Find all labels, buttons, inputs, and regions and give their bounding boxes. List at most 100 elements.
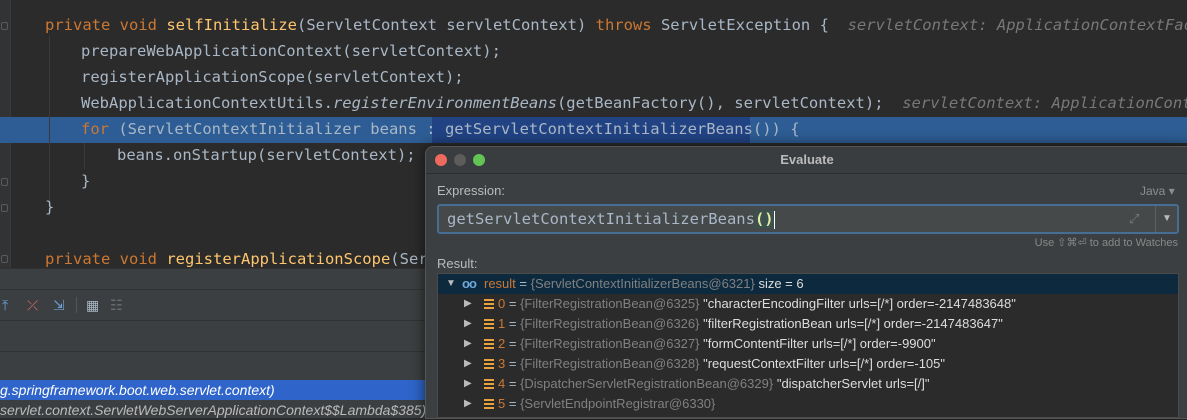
stack-frame-item[interactable]: g.springframework.boot.web.servlet.conte… xyxy=(0,380,428,400)
chevron-down-icon[interactable]: ▼ xyxy=(446,274,456,294)
trace-icon[interactable]: ☷ xyxy=(110,297,123,313)
item-value: "formContentFilter urls=[/*] order=-9900… xyxy=(703,336,936,351)
result-type: {ServletContextInitializerBeans@6321} xyxy=(530,276,755,291)
code-line-l4: WebApplicationContextUtils.registerEnvir… xyxy=(81,90,1187,116)
fold-marker-icon[interactable] xyxy=(1,204,8,212)
language-label: Java xyxy=(1140,184,1166,198)
indent-guide xyxy=(49,36,50,216)
dialog-titlebar: Evaluate xyxy=(426,147,1187,174)
item-equals: = xyxy=(505,376,521,391)
fold-marker-icon[interactable] xyxy=(1,22,8,30)
code-token: throws xyxy=(595,16,661,34)
result-item-row[interactable]: ▶ 2 = {FilterRegistrationBean@6327} "form… xyxy=(438,334,1178,354)
item-equals: = xyxy=(505,336,521,351)
chevron-right-icon[interactable]: ▶ xyxy=(464,314,472,334)
result-equals: = xyxy=(515,276,531,291)
item-equals: = xyxy=(505,356,521,371)
item-value: "dispatcherServlet urls=[/]" xyxy=(776,376,930,391)
language-selector[interactable]: Java ▾ xyxy=(1140,184,1175,198)
code-token: } xyxy=(81,172,91,190)
stack-frame-label: servlet.context.ServletWebServerApplicat… xyxy=(0,402,427,418)
result-item-row[interactable]: ▶ 1 = {FilterRegistrationBean@6326} "filt… xyxy=(438,314,1178,334)
item-type: {FilterRegistrationBean@6325} xyxy=(520,296,700,311)
debugger-tabs-bar xyxy=(0,269,428,290)
code-token: registerApplicationScope(servletContext)… xyxy=(81,68,464,86)
code-token: private void xyxy=(45,250,167,268)
code-line-l7: } xyxy=(81,168,90,194)
array-element-icon xyxy=(484,359,494,369)
code-token: (getBeanFactory(), servletContext); xyxy=(556,94,884,112)
chevron-right-icon[interactable]: ▶ xyxy=(464,334,472,354)
step-out-icon[interactable]: ⤒ xyxy=(2,297,8,313)
item-type: {FilterRegistrationBean@6328} xyxy=(520,356,700,371)
code-token: selfInitialize xyxy=(166,16,297,34)
code-line-l8: } xyxy=(45,194,54,220)
debugger-panel: ⤒ ⤫ ⇲ ▦ ☷ g.springframework.boot.web.ser… xyxy=(0,268,428,418)
result-item-row[interactable]: ▶ 4 = {DispatcherServletRegistrationBean@… xyxy=(438,374,1178,394)
stack-frame-item[interactable]: servlet.context.ServletWebServerApplicat… xyxy=(0,400,428,420)
expression-text: getServletContextInitializerBeans xyxy=(447,210,755,228)
drop-frame-icon[interactable]: ⤫ xyxy=(27,297,38,313)
result-item-row[interactable]: ▶ 5 = {ServletEndpointRegistrar@6330} xyxy=(438,394,1178,414)
code-token: registerApplicationScope xyxy=(166,250,391,268)
fold-marker-icon[interactable] xyxy=(1,255,8,263)
array-element-icon xyxy=(484,319,494,329)
evaluate-dialog: Evaluate Expression: Java ▾ getServletCo… xyxy=(425,146,1187,419)
chevron-down-icon: ▾ xyxy=(1168,184,1175,198)
text-cursor xyxy=(773,210,775,229)
code-token: WebApplicationContextUtils. xyxy=(81,94,333,112)
watches-hint: Use ⇧⌘⏎ to add to Watches xyxy=(1034,237,1178,249)
toolbar-divider xyxy=(76,297,77,313)
item-equals: = xyxy=(505,316,521,331)
run-to-cursor-icon[interactable]: ⇲ xyxy=(53,297,65,313)
evaluate-expression-icon[interactable]: ▦ xyxy=(86,297,99,313)
code-line-l5: for (ServletContextInitializer beans : g… xyxy=(81,116,800,142)
chevron-right-icon[interactable]: ▶ xyxy=(464,354,472,374)
item-type: {ServletEndpointRegistrar@6330} xyxy=(520,396,716,411)
expression-label: Expression: xyxy=(437,183,505,198)
chevron-down-icon: ▼ xyxy=(1162,213,1172,224)
expand-icon[interactable]: ⤢ xyxy=(1129,211,1139,227)
code-token: } xyxy=(45,198,55,216)
code-token: ServletException { xyxy=(660,16,829,34)
indent-guide xyxy=(84,143,85,169)
code-token: for xyxy=(81,120,119,138)
array-element-icon xyxy=(484,339,494,349)
code-line-l3: registerApplicationScope(servletContext)… xyxy=(81,64,464,90)
item-equals: = xyxy=(505,296,521,311)
result-label: Result: xyxy=(437,256,478,271)
stack-frame-label: g.springframework.boot.web.servlet.conte… xyxy=(0,382,275,398)
code-token: (ServletContextInitializer beans : getSe… xyxy=(118,120,800,138)
code-token: registerEnvironmentBeans xyxy=(332,94,557,112)
chevron-right-icon[interactable]: ▶ xyxy=(464,294,472,314)
array-element-icon xyxy=(484,399,494,409)
code-line-l9: private void registerApplicationScope(Se… xyxy=(45,246,437,268)
result-name: result xyxy=(484,276,516,291)
result-size: size = 6 xyxy=(754,276,804,291)
code-line-l1: private void selfInitialize(ServletConte… xyxy=(45,12,1187,38)
divider xyxy=(0,320,428,321)
divider xyxy=(0,351,428,352)
item-type: {FilterRegistrationBean@6327} xyxy=(520,336,700,351)
code-token: (ServletContext servletContext) xyxy=(296,16,596,34)
expression-input[interactable]: getServletContextInitializerBeans() ⤢ ▼ xyxy=(437,204,1179,234)
chevron-right-icon[interactable]: ▶ xyxy=(464,394,472,414)
item-value: "filterRegistrationBean urls=[/*] order=… xyxy=(703,316,1003,331)
result-item-row[interactable]: ▶ 3 = {FilterRegistrationBean@6328} "requ… xyxy=(438,354,1178,374)
result-root-row[interactable]: ▼ oo result = {ServletContextInitializer… xyxy=(438,274,1178,294)
result-item-row[interactable]: ▶ 0 = {FilterRegistrationBean@6325} "char… xyxy=(438,294,1178,314)
array-element-icon xyxy=(484,379,494,389)
code-token: beans.onStartup(servletContext); xyxy=(117,146,416,164)
history-dropdown-button[interactable]: ▼ xyxy=(1155,206,1178,232)
inline-debug-value: servletContext: ApplicationContextFacade… xyxy=(847,16,1187,34)
item-value: "characterEncodingFilter urls=[/*] order… xyxy=(703,296,1016,311)
result-tree[interactable]: ▼ oo result = {ServletContextInitializer… xyxy=(437,273,1179,418)
fold-marker-icon[interactable] xyxy=(1,178,8,186)
expression-parens: () xyxy=(754,210,774,228)
code-line-l6: beans.onStartup(servletContext); xyxy=(117,142,416,168)
code-token: prepareWebApplicationContext(servletCont… xyxy=(81,42,501,60)
chevron-right-icon[interactable]: ▶ xyxy=(464,374,472,394)
inline-debug-value: servletContext: ApplicationContextF xyxy=(902,94,1187,112)
code-line-l2: prepareWebApplicationContext(servletCont… xyxy=(81,38,501,64)
item-equals: = xyxy=(505,396,521,411)
